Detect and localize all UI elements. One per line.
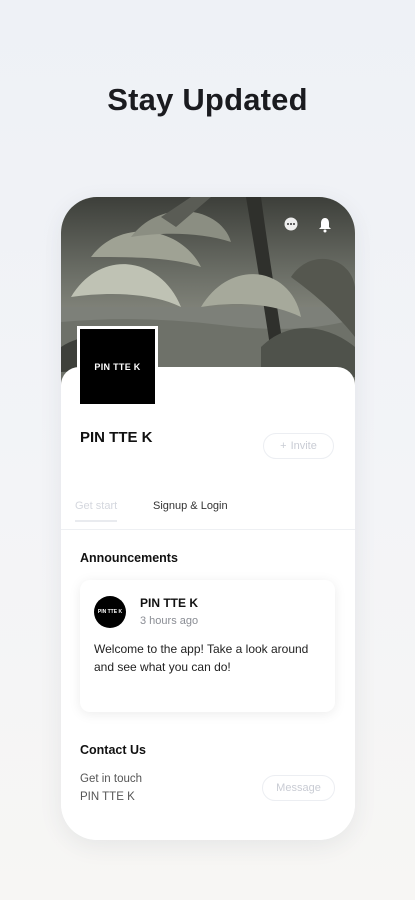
message-button[interactable]: Message bbox=[262, 775, 335, 801]
page-headline: Stay Updated bbox=[107, 82, 308, 117]
contact-line-2: PIN TTE K bbox=[80, 791, 135, 803]
tab-signup-login[interactable]: Signup & Login bbox=[153, 500, 228, 512]
plus-icon: + bbox=[280, 440, 287, 452]
tab-get-start[interactable]: Get start bbox=[75, 500, 118, 522]
post-avatar: PIN TTE K bbox=[94, 596, 126, 628]
site-card: PIN TTE K PIN TTE K + Invite Get start S… bbox=[61, 329, 355, 840]
post-body: Welcome to the app! Take a look around a… bbox=[94, 642, 309, 674]
contact-line-1: Get in touch bbox=[80, 773, 143, 785]
more-icon[interactable] bbox=[284, 217, 300, 233]
contact-title: Contact Us bbox=[80, 743, 146, 757]
site-name: PIN TTE K bbox=[80, 429, 153, 446]
phone-frame: PIN TTE K PIN TTE K + Invite Get start S… bbox=[61, 197, 355, 840]
announcements-title: Announcements bbox=[80, 551, 178, 565]
invite-label: Invite bbox=[290, 440, 317, 452]
post-author: PIN TTE K bbox=[140, 596, 199, 610]
bell-icon[interactable] bbox=[318, 217, 334, 233]
post-time: 3 hours ago bbox=[140, 615, 199, 627]
tab-bar: Get start Signup & Login bbox=[61, 495, 355, 530]
announcement-post[interactable]: PIN TTE K PIN TTE K 3 hours ago Welcome … bbox=[80, 580, 335, 712]
site-logo: PIN TTE K bbox=[80, 329, 155, 404]
invite-button[interactable]: + Invite bbox=[263, 433, 334, 459]
